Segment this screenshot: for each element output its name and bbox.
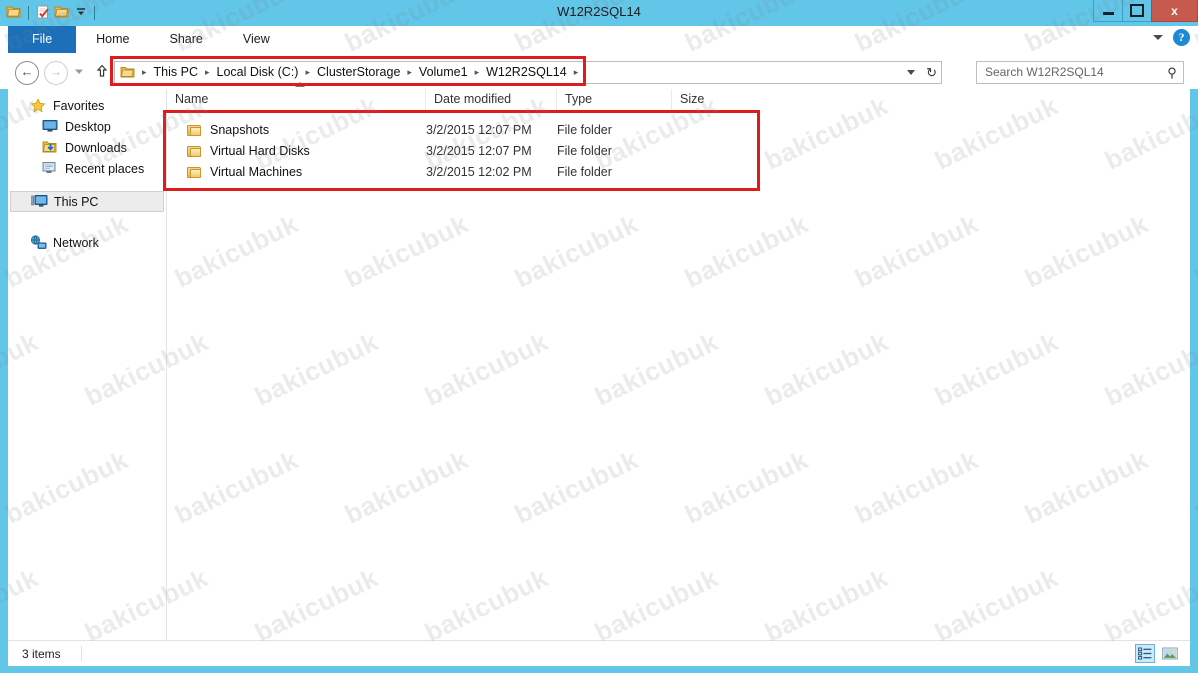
column-header-size[interactable]: Size bbox=[672, 89, 762, 110]
window-title: W12R2SQL14 bbox=[557, 4, 641, 19]
search-input[interactable]: Search W12R2SQL14 bbox=[977, 62, 1161, 83]
file-name-label: Virtual Machines bbox=[210, 165, 303, 179]
sidebar-label-network: Network bbox=[53, 235, 99, 250]
breadcrumb-folder-icon bbox=[120, 66, 135, 79]
file-size-cell bbox=[672, 141, 762, 162]
file-size-cell bbox=[672, 120, 762, 141]
tab-view[interactable]: View bbox=[223, 26, 290, 53]
tab-share[interactable]: Share bbox=[150, 26, 223, 53]
star-icon bbox=[30, 97, 47, 114]
sidebar-item-network[interactable]: Network bbox=[8, 232, 166, 253]
sidebar-gap-1 bbox=[8, 179, 166, 191]
large-icons-view-button[interactable] bbox=[1160, 644, 1180, 663]
help-icon[interactable]: ? bbox=[1173, 29, 1190, 46]
forward-button[interactable]: → bbox=[44, 61, 68, 85]
status-separator bbox=[80, 646, 82, 661]
tab-home[interactable]: Home bbox=[76, 26, 149, 53]
column-header-name-label: Name bbox=[175, 92, 209, 106]
file-type-cell: File folder bbox=[557, 165, 612, 179]
sidebar-item-recent-places[interactable]: Recent places bbox=[8, 158, 166, 179]
breadcrumb-separator-5[interactable]: ▸ bbox=[571, 62, 582, 83]
file-date-cell: 3/2/2015 12:07 PM bbox=[426, 123, 532, 137]
up-button[interactable] bbox=[94, 63, 110, 81]
address-bar[interactable]: ▸ This PC ▸ Local Disk (C:) ▸ ClusterSto… bbox=[114, 61, 942, 84]
explorer-window: W12R2SQL14 x File Home Share View ? ← → bbox=[0, 0, 1198, 673]
file-name-label: Virtual Hard Disks bbox=[210, 144, 310, 158]
ribbon-tab-strip: File Home Share View ? bbox=[0, 26, 1198, 54]
folder-icon bbox=[187, 124, 202, 137]
column-header-date-modified[interactable]: Date modified bbox=[426, 89, 557, 110]
view-mode-buttons bbox=[1135, 644, 1180, 663]
table-row[interactable]: Snapshots 3/2/2015 12:07 PM File folder bbox=[167, 120, 1190, 141]
ribbon-right-controls: ? bbox=[1153, 29, 1190, 46]
maximize-button[interactable] bbox=[1122, 0, 1152, 22]
breadcrumb-separator-1[interactable]: ▸ bbox=[202, 62, 213, 83]
file-size-cell bbox=[672, 162, 762, 183]
sidebar-label-downloads: Downloads bbox=[65, 140, 127, 155]
status-bar: 3 items bbox=[8, 640, 1190, 666]
file-name-cell[interactable]: Snapshots bbox=[167, 120, 426, 141]
tab-file[interactable]: File bbox=[8, 26, 77, 53]
title-bar: W12R2SQL14 x bbox=[0, 0, 1198, 26]
back-button[interactable]: ← bbox=[15, 61, 39, 85]
file-name-cell[interactable]: Virtual Hard Disks bbox=[167, 141, 426, 162]
breadcrumb-separator-2[interactable]: ▸ bbox=[302, 62, 313, 83]
computer-icon bbox=[31, 194, 48, 210]
breadcrumb-separator-0[interactable]: ▸ bbox=[139, 62, 150, 83]
ribbon-tabs: File Home Share View bbox=[8, 26, 290, 53]
breadcrumb: ▸ This PC ▸ Local Disk (C:) ▸ ClusterSto… bbox=[115, 62, 581, 83]
file-date-cell: 3/2/2015 12:07 PM bbox=[426, 144, 532, 158]
address-bar-row: ← → ▸ This PC ▸ Local Disk (C:) ▸ Cluste… bbox=[0, 53, 1198, 89]
sidebar-item-downloads[interactable]: Downloads bbox=[8, 137, 166, 158]
address-bar-right-controls: ↻ bbox=[907, 62, 937, 83]
breadcrumb-item-this-pc[interactable]: This PC bbox=[150, 62, 202, 83]
breadcrumb-item-local-disk[interactable]: Local Disk (C:) bbox=[213, 62, 303, 83]
file-list: Snapshots 3/2/2015 12:07 PM File folder … bbox=[167, 110, 1190, 640]
column-header-name[interactable]: Name bbox=[167, 82, 426, 110]
close-button[interactable]: x bbox=[1151, 0, 1198, 22]
navigation-pane: Favorites Desktop Downloads Recent place… bbox=[8, 89, 167, 640]
file-type-cell: File folder bbox=[557, 123, 612, 137]
folder-icon bbox=[187, 145, 202, 158]
folder-icon bbox=[187, 166, 202, 179]
sidebar-item-this-pc[interactable]: This PC bbox=[10, 191, 164, 212]
sidebar-label-this-pc: This PC bbox=[54, 194, 99, 209]
status-item-count: 3 items bbox=[22, 646, 61, 661]
column-header-type[interactable]: Type bbox=[557, 89, 672, 110]
downloads-icon bbox=[42, 140, 59, 156]
desktop-icon bbox=[42, 119, 59, 135]
recent-places-icon bbox=[42, 161, 59, 177]
file-date-cell: 3/2/2015 12:02 PM bbox=[426, 165, 532, 179]
sort-ascending-icon bbox=[295, 82, 305, 87]
breadcrumb-item-clusterstorage[interactable]: ClusterStorage bbox=[313, 62, 404, 83]
file-name-cell[interactable]: Virtual Machines bbox=[167, 162, 426, 183]
sidebar-item-desktop[interactable]: Desktop bbox=[8, 116, 166, 137]
recent-locations-icon[interactable] bbox=[72, 65, 86, 79]
main-content-area: Favorites Desktop Downloads Recent place… bbox=[8, 82, 1190, 640]
sidebar-item-favorites[interactable]: Favorites bbox=[8, 95, 166, 116]
table-row[interactable]: Virtual Hard Disks 3/2/2015 12:07 PM Fil… bbox=[167, 141, 1190, 162]
sidebar-gap-2 bbox=[8, 212, 166, 232]
network-icon bbox=[30, 234, 47, 251]
breadcrumb-item-w12r2sql14[interactable]: W12R2SQL14 bbox=[482, 62, 571, 83]
breadcrumb-separator-3[interactable]: ▸ bbox=[404, 62, 415, 83]
sidebar-label-favorites: Favorites bbox=[53, 98, 105, 113]
sidebar-label-desktop: Desktop bbox=[65, 119, 111, 134]
search-icon[interactable]: ⚲ bbox=[1161, 65, 1183, 81]
search-box[interactable]: Search W12R2SQL14 ⚲ bbox=[976, 61, 1184, 84]
window-controls: x bbox=[1093, 0, 1198, 22]
breadcrumb-item-volume1[interactable]: Volume1 bbox=[415, 62, 472, 83]
file-type-cell: File folder bbox=[557, 144, 612, 158]
address-dropdown-icon[interactable] bbox=[907, 70, 916, 75]
chevron-down-icon[interactable] bbox=[1153, 35, 1163, 40]
breadcrumb-separator-4[interactable]: ▸ bbox=[472, 62, 483, 83]
file-list-column-headers: Name Date modified Type Size bbox=[167, 82, 1190, 111]
table-row[interactable]: Virtual Machines 3/2/2015 12:02 PM File … bbox=[167, 162, 1190, 183]
details-view-button[interactable] bbox=[1135, 644, 1155, 663]
sidebar-label-recent-places: Recent places bbox=[65, 161, 145, 176]
refresh-icon[interactable]: ↻ bbox=[926, 65, 937, 81]
minimize-button[interactable] bbox=[1093, 0, 1123, 22]
file-name-label: Snapshots bbox=[210, 123, 270, 137]
